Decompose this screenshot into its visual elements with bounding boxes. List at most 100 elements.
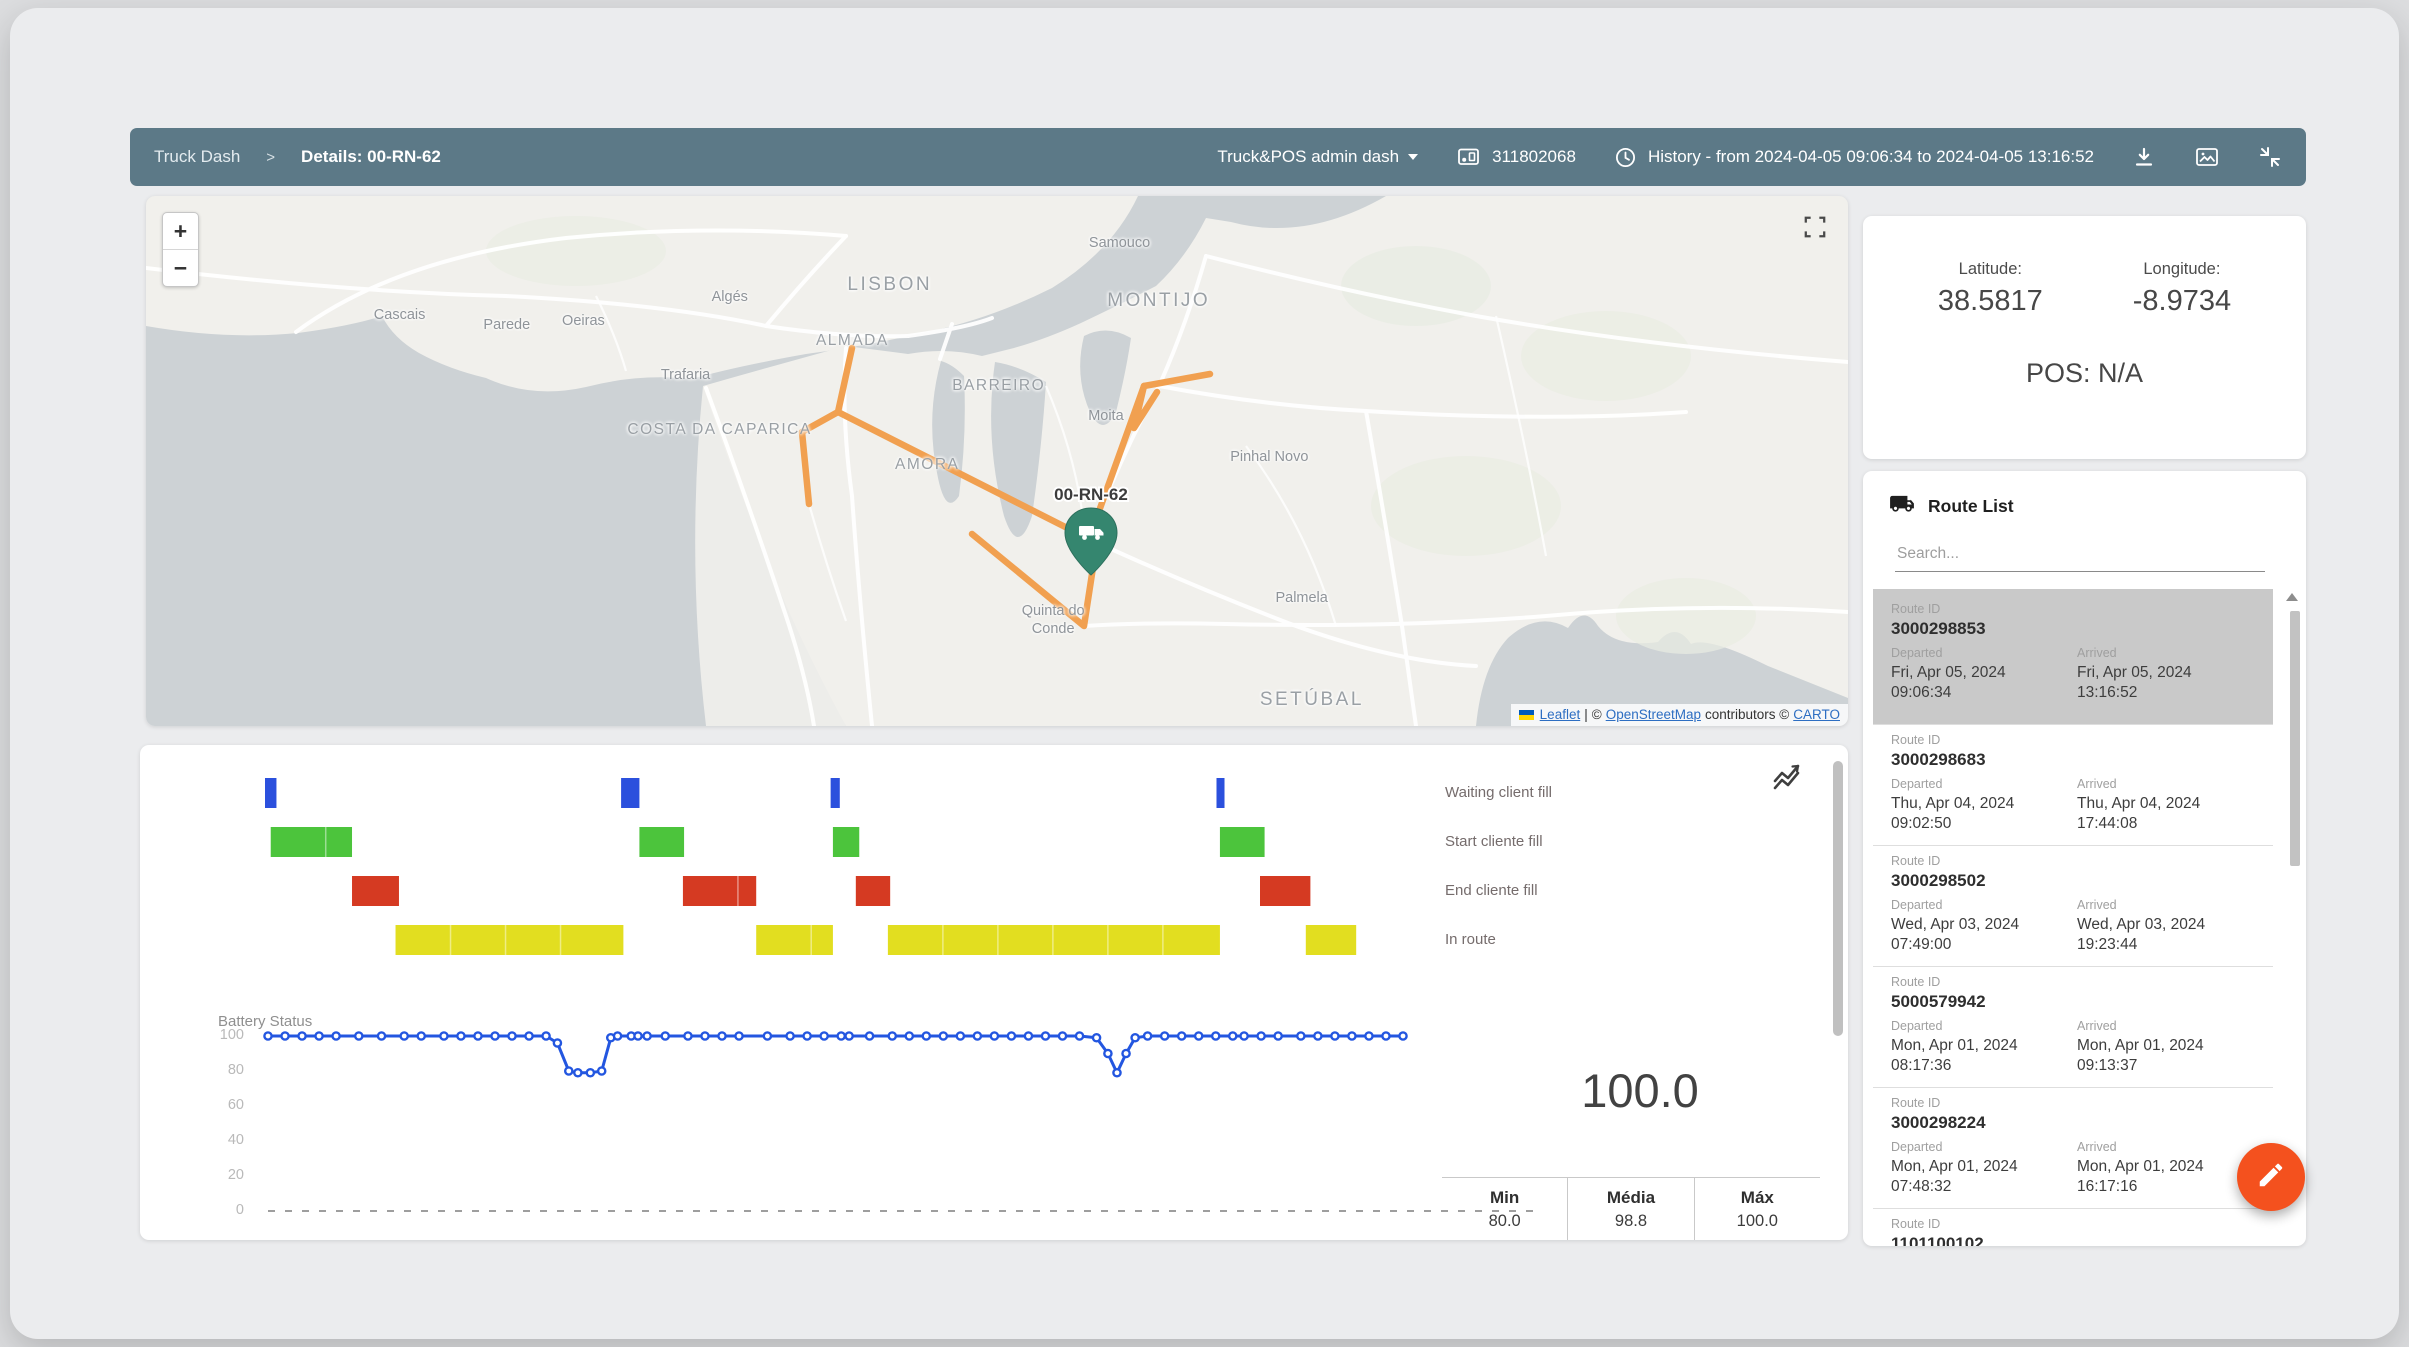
leaflet-map[interactable]: 00-RN-62	[146, 196, 1848, 726]
route-id-value: 3000298224	[1891, 1113, 1986, 1132]
legend-in-route: In route	[1445, 931, 1496, 948]
latitude-label: Latitude:	[1958, 260, 2022, 278]
chevron-down-icon	[1408, 154, 1419, 160]
arrived-label: Arrived	[2077, 1140, 2117, 1154]
activity-chart-panel: Waiting client fill Start cliente fill E…	[140, 745, 1848, 1240]
scrollbar-up-arrow[interactable]	[2286, 593, 2298, 601]
legend-start-cliente: Start cliente fill	[1445, 833, 1543, 850]
route-id-label: Route ID	[1891, 733, 1941, 747]
device-id-group: 311802068	[1456, 146, 1576, 168]
route-list-item[interactable]: Route ID 1101100102	[1873, 1208, 2273, 1246]
departed-value: Mon, Apr 01, 2024 08:17:36	[1891, 1037, 2018, 1075]
longitude-value: -8.9734	[2132, 285, 2232, 317]
departed-value: Thu, Apr 04, 2024 09:02:50	[1891, 795, 2015, 833]
zoom-out-button[interactable]: −	[163, 250, 198, 286]
ukraine-flag-icon	[1518, 709, 1534, 720]
route-id-label: Route ID	[1891, 1217, 1941, 1231]
longitude-label: Longitude:	[2143, 260, 2221, 278]
history-clock-icon	[1614, 146, 1637, 169]
battery-line-chart	[263, 1031, 1542, 1212]
carto-link[interactable]: CARTO	[1793, 707, 1840, 722]
zoom-in-button[interactable]: +	[163, 213, 198, 249]
attribution-pipe: |	[1584, 707, 1588, 722]
stat-media-value: 98.8	[1614, 1212, 1648, 1230]
route-id-label: Route ID	[1891, 854, 1941, 868]
battery-y-tick: 60	[227, 1097, 244, 1113]
vehicle-marker-label: 00-RN-62	[1054, 485, 1128, 504]
latitude-block: Latitude: 38.5817	[1938, 260, 2043, 318]
stat-min-value: 80.0	[1488, 1212, 1521, 1230]
history-range[interactable]: History - from 2024-04-05 09:06:34 to 20…	[1614, 146, 2094, 169]
route-list-item[interactable]: Route ID 3000298224 Departed Mon, Apr 01, 2…	[1873, 1087, 2273, 1208]
route-id-label: Route ID	[1891, 602, 1941, 616]
route-list-item[interactable]: Route ID 3000298683 Departed Thu, Apr 04, 2…	[1873, 724, 2273, 845]
download-icon[interactable]	[2132, 145, 2156, 169]
route-items-list: Route ID 3000298853 Departed Fri, Apr 05, 2…	[1873, 589, 2273, 1246]
device-icon	[1456, 146, 1481, 168]
arrived-value: Fri, Apr 05, 2024 13:16:52	[2077, 664, 2192, 702]
battery-current-value: 100.0	[1581, 1064, 1699, 1117]
attribution-copyright: ©	[1591, 707, 1602, 722]
route-search-input[interactable]	[1895, 539, 2265, 572]
route-id-value: 3000298502	[1891, 871, 1986, 890]
arrived-label: Arrived	[2077, 777, 2117, 791]
breadcrumb-separator: >	[266, 148, 276, 166]
battery-y-tick: 0	[235, 1202, 244, 1218]
compress-icon[interactable]	[2258, 145, 2282, 169]
battery-y-tick: 100	[219, 1027, 244, 1043]
device-id-value: 311802068	[1492, 147, 1576, 166]
position-panel: Latitude: 38.5817 Longitude: -8.9734 POS…	[1863, 216, 2306, 459]
route-list-item[interactable]: Route ID 3000298853 Departed Fri, Apr 05, 2…	[1873, 589, 2273, 724]
route-id-label: Route ID	[1891, 1096, 1941, 1110]
latitude-value: 38.5817	[1937, 285, 2043, 317]
edit-fab-button[interactable]	[2237, 1143, 2305, 1211]
stat-max-value: 100.0	[1736, 1212, 1778, 1230]
arrived-value: Thu, Apr 04, 2024 17:44:08	[2077, 795, 2201, 833]
route-list-item[interactable]: Route ID 3000298502 Departed Wed, Apr 03, 2…	[1873, 845, 2273, 966]
map-attribution: Leaflet | © OpenStreetMap contributors ©…	[1510, 704, 1848, 726]
route-id-value: 1101100102	[1891, 1234, 1984, 1246]
route-id-value: 3000298853	[1891, 619, 1986, 638]
screenshot-image-icon[interactable]	[2194, 145, 2220, 169]
departed-label: Departed	[1891, 898, 1943, 912]
chart-panel-scrollbar[interactable]	[1833, 761, 1843, 1036]
legend-waiting-client: Waiting client fill	[1445, 784, 1552, 801]
stat-media-label: Média	[1606, 1188, 1656, 1207]
route-id-label: Route ID	[1891, 975, 1941, 989]
stat-max-label: Máx	[1740, 1188, 1774, 1207]
leaflet-link[interactable]: Leaflet	[1540, 707, 1581, 722]
map-fullscreen-icon[interactable]	[1802, 214, 1828, 245]
stacked-line-chart-icon[interactable]	[1768, 755, 1806, 798]
breadcrumb-app[interactable]: Truck Dash	[154, 147, 240, 167]
osm-link[interactable]: OpenStreetMap	[1606, 707, 1701, 722]
battery-y-tick: 80	[227, 1062, 244, 1078]
arrived-value: Mon, Apr 01, 2024 16:17:16	[2077, 1158, 2204, 1196]
arrived-label: Arrived	[2077, 898, 2117, 912]
stat-min-label: Min	[1490, 1188, 1520, 1207]
pencil-icon	[2256, 1160, 2286, 1195]
top-navigation-bar: Truck Dash > Details: 00-RN-62 Truck&POS…	[130, 128, 2306, 186]
route-id-value: 5000579942	[1891, 992, 1986, 1011]
app-window: Truck Dash > Details: 00-RN-62 Truck&POS…	[10, 8, 2399, 1339]
route-id-value: 3000298683	[1891, 750, 1986, 769]
battery-y-tick: 20	[227, 1167, 244, 1183]
map-zoom-control: + −	[162, 212, 199, 287]
battery-y-tick: 40	[227, 1132, 244, 1148]
departed-label: Departed	[1891, 1140, 1943, 1154]
route-list-item[interactable]: Route ID 5000579942 Departed Mon, Apr 01, 2…	[1873, 966, 2273, 1087]
departed-value: Fri, Apr 05, 2024 09:06:34	[1891, 664, 2006, 702]
arrived-label: Arrived	[2077, 1019, 2117, 1033]
truck-icon	[1889, 493, 1915, 520]
departed-value: Wed, Apr 03, 2024 07:49:00	[1891, 916, 2020, 954]
route-list-title: Route List	[1928, 496, 2014, 516]
arrived-value: Mon, Apr 01, 2024 09:13:37	[2077, 1037, 2204, 1075]
timeline-bars-chart	[265, 778, 1357, 955]
admin-dash-dropdown[interactable]: Truck&POS admin dash	[1217, 147, 1419, 167]
departed-label: Departed	[1891, 1019, 1943, 1033]
map-panel[interactable]: 00-RN-62 Cascais Parede Oeiras Algés LISBON A…	[146, 196, 1848, 726]
admin-dash-label: Truck&POS admin dash	[1217, 147, 1400, 166]
pos-status-value: POS: N/A	[2025, 358, 2144, 388]
arrived-label: Arrived	[2077, 646, 2117, 660]
route-list-scrollbar[interactable]	[2290, 611, 2300, 866]
battery-stats-table: Min 80.0 Média 98.8 Máx 100.0	[1442, 1177, 1820, 1240]
